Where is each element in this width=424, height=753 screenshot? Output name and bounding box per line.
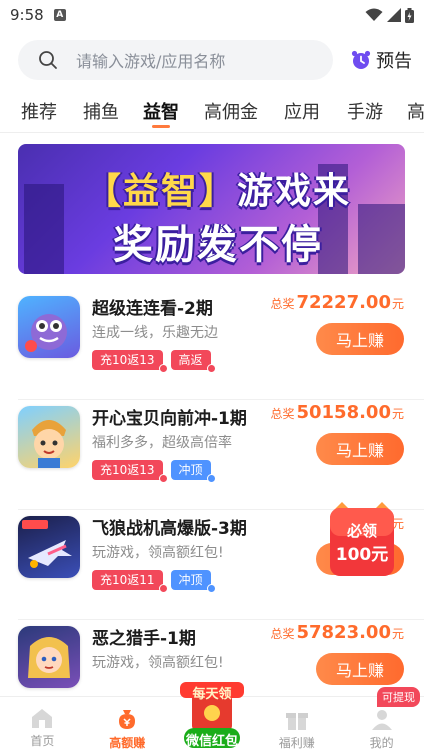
prize-total: 总奖 57823.00 元 [270,622,404,643]
cartoon-cat-icon [25,314,67,352]
alarm-clock-icon [351,50,371,69]
fighter-jet-icon [22,520,72,568]
earn-now-button[interactable]: 马上赚 [316,653,404,685]
game-subtitle: 福利多多，超级高倍率 [92,435,232,451]
game-icon-feilang-fighter [18,516,80,578]
prize-label: 总奖 [270,297,295,311]
nav-label: 我的 [369,736,394,750]
sim-icon: A [53,9,66,21]
prize-total: 总奖 72227.00 元 [270,292,404,313]
nav-label: 高额赚 [109,736,146,750]
game-subtitle: 玩游戏，领高额红包! [92,655,224,671]
prize-unit: 元 [391,407,404,421]
tab-puzzle[interactable]: 益智 [141,92,181,132]
tab-fishing[interactable]: 捕鱼 [81,92,121,132]
tag-recharge-bonus: 充10返11 [92,570,168,593]
center-packet-top-text: 每天领 [192,687,232,702]
banner-headline-prefix: 【益智】 [84,171,237,212]
tab-more[interactable]: 高 [406,92,424,132]
game-icon-kaixin-baobei [18,406,80,468]
tag-recharge-bonus: 充10返13 [92,460,168,483]
tag-recharge-bonus: 充10返13 [92,350,168,373]
center-red-packet-button[interactable]: 每天领 微信红包 [176,680,248,750]
withdraw-badge: 可提现 [376,687,420,707]
category-tabs: 推荐 捕鱼 益智 高佣金 应用 手游 高 [0,92,424,132]
status-icons [365,7,414,23]
prize-unit: 元 [391,297,404,311]
earn-now-button[interactable]: 马上赚 [316,323,404,355]
search-icon [39,51,57,69]
prize-label: 总奖 [270,627,295,641]
nav-high-earn[interactable]: 高额赚 [85,697,170,753]
floating-red-packet[interactable]: 必领 100元 [328,502,396,580]
hunter-girl-icon [28,637,70,678]
nav-home[interactable]: 首页 [0,697,85,753]
cartoon-boy-icon [32,420,66,468]
game-row[interactable]: 开心宝贝向前冲-1期 福利多多，超级高倍率 充10返13 冲顶 总奖 50158… [0,400,424,510]
game-tags: 充10返13 冲顶 [92,460,216,483]
prize-unit: 元 [391,627,404,641]
nav-welfare[interactable]: 福利赚 [254,697,339,753]
tag-high-return: 高返 [170,350,216,373]
prize-label: 总奖 [270,407,295,421]
game-title: 恶之猎手-1期 [92,629,196,649]
gift-icon [285,713,308,730]
status-time: 9:58 [10,6,44,24]
tag-top-rank: 冲顶 [170,570,216,593]
nav-label: 首页 [30,734,55,748]
banner-building [358,204,405,274]
tag-top-rank: 冲顶 [170,460,216,483]
tab-apps[interactable]: 应用 [282,92,322,132]
nav-profile[interactable]: 可提现 我的 [339,687,424,753]
prize-amount: 57823.00 [296,622,391,643]
game-subtitle: 连成一线，乐趣无边 [92,325,218,341]
tab-recommend[interactable]: 推荐 [19,92,59,132]
tab-mobile-games[interactable]: 手游 [345,92,385,132]
packet-line1: 必领 [346,522,377,540]
banner-building [24,184,64,274]
promo-banner[interactable]: 【益智】游戏来袭 奖励发不停 [18,144,405,274]
home-icon [32,709,53,728]
search-row: 请输入游戏/应用名称 预告 [0,38,424,82]
game-tags: 充10返13 高返 [92,350,216,373]
search-input[interactable]: 请输入游戏/应用名称 [18,40,333,80]
game-tags: 充10返11 冲顶 [92,570,216,593]
earn-now-button[interactable]: 马上赚 [316,433,404,465]
search-placeholder: 请输入游戏/应用名称 [76,52,226,71]
profile-icon [371,710,392,730]
prize-total: 总奖 50158.00 元 [270,402,404,423]
banner-subline: 奖励发不停 [113,222,323,268]
forecast-label: 预告 [376,51,412,72]
game-title: 超级连连看-2期 [92,299,213,319]
game-title: 飞狼战机高爆版-3期 [92,519,247,539]
game-row[interactable]: 超级连连看-2期 连成一线，乐趣无边 充10返13 高返 总奖 72227.00… [0,290,424,400]
status-bar: 9:58 A [0,0,424,30]
signal-icon [387,8,401,22]
forecast-button[interactable]: 预告 [350,47,412,73]
nav-label: 福利赚 [278,736,315,750]
battery-icon [405,7,414,23]
game-subtitle: 玩游戏，领高额红包! [92,545,224,561]
tab-high-commission[interactable]: 高佣金 [202,92,260,132]
center-packet-bottom-text: 微信红包 [185,734,238,749]
game-title: 开心宝贝向前冲-1期 [92,409,247,429]
game-icon-ezhi-lieshou [18,626,80,688]
tab-divider [0,132,424,133]
money-bag-icon [119,710,136,729]
wifi-icon [365,8,383,21]
prize-amount: 72227.00 [296,292,391,313]
prize-amount: 50158.00 [296,402,391,423]
game-icon-lianliankan [18,296,80,358]
packet-line2: 100元 [335,545,389,565]
